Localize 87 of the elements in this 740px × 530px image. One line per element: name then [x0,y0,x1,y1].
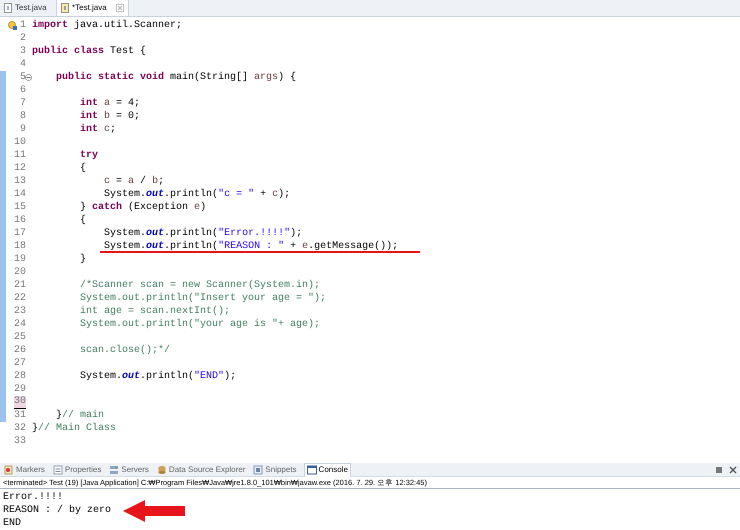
line-number: 13 [14,175,26,188]
tab-label: *Test.java [72,2,107,14]
editor-tab[interactable]: *Test.java [56,0,129,16]
tab-label: Console [318,464,348,476]
line-number: 12 [14,162,26,175]
line-number: 19 [14,253,26,266]
code-line: System.out.println("Insert your age = "); [79,293,326,304]
line-number: 5 [20,71,26,84]
close-icon[interactable] [729,466,737,474]
line-number: 17 [14,227,26,240]
console-output: Error.!!!! [3,491,64,504]
line-number: 10 [14,136,26,149]
line-number: 3 [20,45,26,58]
database-icon [156,464,167,474]
tab-label: Properties [64,464,102,476]
tab-label: Test.java [15,2,47,14]
line-number: 32 [14,422,26,435]
view-tab[interactable]: Properties [52,462,102,476]
view-tab[interactable]: Console [304,462,351,476]
code-line: c = a / b; [103,176,164,187]
code-line: }// Main Class [32,423,116,434]
line-number: 14 [14,188,26,201]
line-number: 23 [14,305,26,318]
line-number: 6 [20,84,26,97]
line-number: 15 [14,201,26,214]
line-number: 30 [14,396,26,409]
tab-label: Markers [16,464,45,476]
server-icon [109,464,120,474]
line-number: 22 [14,292,26,305]
code-line: scan.close();*/ [79,345,170,356]
tab-label: Servers [121,464,149,476]
line-number: 33 [14,435,26,448]
code-line: import java.util.Scanner; [32,20,182,31]
line-number: 24 [14,318,26,331]
view-tab[interactable]: Snippets [252,462,298,476]
code-line: try [79,150,98,161]
line-number: 25 [14,331,26,344]
view-tab[interactable]: Servers [108,462,150,476]
flag-icon [4,464,14,474]
code-line: public static void main(String[] args) { [55,72,296,83]
console-output: REASON : / by zero [3,504,112,517]
tab-label: Data Source Explorer [168,464,246,476]
code-line: /*Scanner scan = new Scanner(System.in); [79,280,320,291]
line-number: 20 [14,266,26,279]
code-line: int b = 0; [79,111,140,122]
code-line: int age = scan.nextInt(); [79,306,230,317]
code-line: System.out.println("your age is "+ age); [79,319,320,330]
line-number: 9 [20,123,26,136]
collapse-icon[interactable] [25,74,32,81]
code-line: System.out.println("c = " + c); [103,189,290,200]
line-number: 8 [20,110,26,123]
line-number: 26 [14,344,26,357]
java-file-icon [61,3,69,13]
code-line: System.out.println("REASON : " + e.getMessage()); [103,241,398,252]
warning-icon [8,21,17,30]
code-line: { [79,163,86,174]
minimize-icon[interactable] [715,466,723,474]
line-number: 4 [20,58,26,71]
close-icon[interactable] [116,4,124,12]
code-line: System.out.println("Error.!!!!"); [103,228,302,239]
code-line: { [79,215,86,226]
code-line: System.out.println("END"); [79,371,236,382]
list-icon [52,464,63,474]
view-tab[interactable]: Data Source Explorer [156,462,246,476]
editor-tab[interactable]: Test.java [0,0,56,16]
code-line: int c; [79,124,116,135]
code-line: } catch (Exception e) [79,202,206,213]
line-number: 31 [14,409,26,422]
tab-label: Snippets [265,464,297,476]
code-line: public class Test { [32,46,146,57]
console-icon [306,465,317,475]
view-tab[interactable]: Markers [3,462,46,476]
line-number: 11 [14,149,26,162]
line-number: 16 [14,214,26,227]
console-output: END [3,517,22,530]
line-number: 2 [20,32,26,45]
line-number: 28 [14,370,26,383]
code-line: } [79,254,86,265]
line-number: 29 [14,383,26,396]
java-file-icon [4,3,12,13]
line-number: 21 [14,279,26,292]
code-line: int a = 4; [79,98,140,109]
line-number: 7 [20,97,26,110]
line-number: 1 [20,19,26,32]
line-number: 27 [14,357,26,370]
code-line: }// main [55,410,104,421]
line-number: 18 [14,240,26,253]
